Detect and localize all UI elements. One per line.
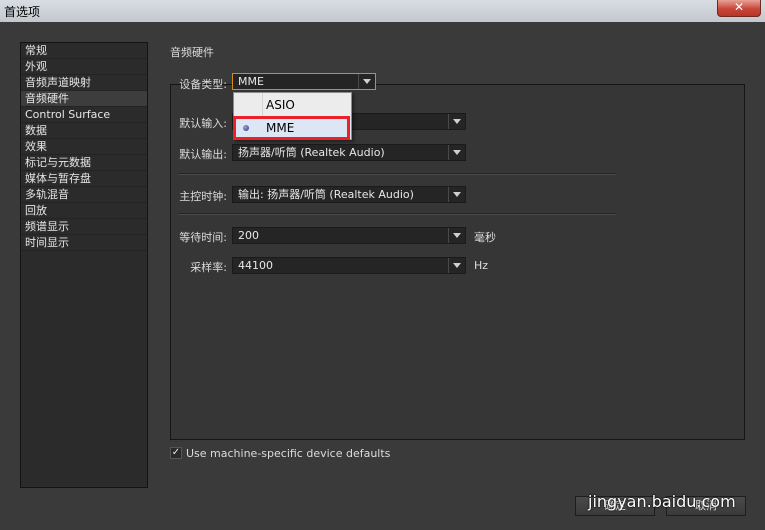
sidebar-item-data[interactable]: 数据 (21, 123, 147, 139)
watermark: jingyan.baidu.com (588, 492, 736, 511)
sidebar-item-audio-channel-mapping[interactable]: 音频声道映射 (21, 75, 147, 91)
device-type-value: MME (238, 75, 264, 88)
master-clock-label: 主控时钟: (179, 190, 227, 203)
preferences-window: 常规 外观 音频声道映射 音频硬件 Control Surface 数据 效果 … (0, 22, 765, 530)
sample-rate-dropdown[interactable]: 44100 (232, 257, 466, 274)
machine-defaults-label: Use machine-specific device defaults (186, 447, 391, 460)
sidebar-item-control-surface[interactable]: Control Surface (21, 107, 147, 123)
highlight-annotation (233, 116, 350, 140)
sample-rate-unit: Hz (474, 259, 489, 272)
window-title: 首选项 (4, 5, 41, 19)
option-asio[interactable]: ASIO (234, 95, 351, 115)
sidebar-item-time-display[interactable]: 时间显示 (21, 235, 147, 251)
default-input-label: 默认输入: (179, 117, 227, 130)
latency-unit: 毫秒 (474, 231, 496, 244)
device-type-label: 设备类型: (179, 78, 227, 91)
chevron-down-icon (448, 187, 465, 202)
divider (178, 213, 616, 215)
sidebar-item-playback[interactable]: 回放 (21, 203, 147, 219)
chevron-down-icon (448, 145, 465, 160)
close-button[interactable]: ✕ (717, 0, 761, 17)
latency-label: 等待时间: (179, 231, 227, 244)
chevron-down-icon (448, 258, 465, 273)
master-clock-value: 输出: 扬声器/听筒 (Realtek Audio) (238, 188, 414, 201)
category-list[interactable]: 常规 外观 音频声道映射 音频硬件 Control Surface 数据 效果 … (20, 42, 148, 488)
sample-rate-label: 采样率: (190, 261, 227, 274)
device-type-dropdown[interactable]: MME (232, 73, 376, 90)
latency-value: 200 (238, 229, 259, 242)
sidebar-item-effects[interactable]: 效果 (21, 139, 147, 155)
sidebar-item-multitrack[interactable]: 多轨混音 (21, 187, 147, 203)
divider (178, 173, 616, 175)
option-label: ASIO (266, 98, 295, 112)
latency-dropdown[interactable]: 200 (232, 227, 466, 244)
chevron-down-icon (448, 228, 465, 243)
sidebar-item-spectral-display[interactable]: 频谱显示 (21, 219, 147, 235)
chevron-down-icon (448, 114, 465, 129)
sidebar-item-audio-hardware[interactable]: 音频硬件 (21, 91, 147, 107)
section-title: 音频硬件 (170, 46, 214, 59)
default-output-dropdown[interactable]: 扬声器/听筒 (Realtek Audio) (232, 144, 466, 161)
machine-defaults-checkbox[interactable]: ✓ (170, 447, 182, 459)
sidebar-item-media-cache[interactable]: 媒体与暂存盘 (21, 171, 147, 187)
sidebar-item-appearance[interactable]: 外观 (21, 59, 147, 75)
master-clock-dropdown[interactable]: 输出: 扬声器/听筒 (Realtek Audio) (232, 186, 466, 203)
sample-rate-value: 44100 (238, 259, 273, 272)
sidebar-item-markers-metadata[interactable]: 标记与元数据 (21, 155, 147, 171)
chevron-down-icon (358, 74, 375, 89)
default-output-label: 默认输出: (179, 148, 227, 161)
default-output-value: 扬声器/听筒 (Realtek Audio) (238, 146, 385, 159)
sidebar-item-general[interactable]: 常规 (21, 43, 147, 59)
title-bar: 首选项 ✕ (0, 0, 765, 22)
